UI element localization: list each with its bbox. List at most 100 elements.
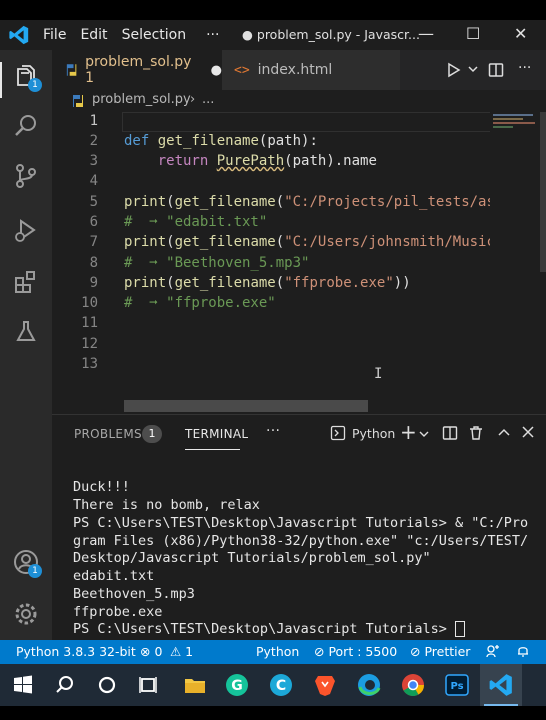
code-editor[interactable]: 1 2 3 4 5 6 7 8 9 10 11 12 13 def get_fi… (52, 112, 546, 414)
code-token: name (343, 153, 377, 169)
minimap-line (493, 114, 533, 116)
settings-gear-icon[interactable] (12, 600, 40, 628)
activity-bar: 1 1 (0, 50, 52, 640)
menu-file[interactable]: File (36, 27, 73, 43)
line-number: 8 (89, 255, 98, 271)
code-line: print(get_filename("C:/Projects/pil_test… (124, 194, 495, 210)
current-line-highlight (122, 112, 546, 132)
line-number: 11 (81, 315, 98, 331)
prettier-status[interactable]: ⊘ Prettier (410, 644, 470, 659)
extensions-icon[interactable] (12, 268, 40, 296)
vertical-scrollbar[interactable] (540, 112, 546, 272)
search-icon[interactable] (12, 112, 40, 140)
code-token: print (124, 194, 167, 210)
warnings-status[interactable]: ⚠ 1 (170, 644, 193, 659)
line-number: 5 (89, 194, 98, 210)
code-token: print (124, 234, 167, 250)
file-explorer-icon[interactable] (182, 672, 208, 698)
search-taskbar-icon[interactable] (52, 672, 78, 698)
code-token: get_filename (174, 275, 276, 291)
minimap-line (493, 126, 513, 128)
line-number: 12 (81, 336, 98, 352)
split-terminal-icon[interactable] (442, 425, 458, 441)
tab-label: problem_sol.py 1 (85, 54, 192, 86)
windows-start-icon[interactable] (10, 672, 36, 698)
kill-terminal-trash-icon[interactable] (468, 425, 484, 441)
menu-selection[interactable]: Selection (115, 27, 194, 43)
run-play-icon[interactable] (446, 62, 462, 78)
line-number: 10 (81, 295, 98, 311)
vscode-taskbar-icon[interactable] (488, 672, 514, 698)
code-token: "ffprobe.exe" (284, 275, 394, 291)
menu-more[interactable]: ··· (199, 27, 226, 43)
chrome-browser-icon[interactable] (400, 672, 426, 698)
unsaved-dot-icon[interactable]: ● (211, 63, 222, 78)
source-control-icon[interactable] (12, 162, 40, 190)
breadcrumb-file[interactable]: problem_sol.py (92, 92, 191, 107)
c-app-icon[interactable]: C (268, 672, 294, 698)
terminal-line: edabit.txt (73, 568, 155, 584)
breadcrumb: problem_sol.py › ... (52, 90, 546, 112)
run-dropdown-icon[interactable] (468, 64, 478, 74)
explorer-badge: 1 (28, 78, 42, 92)
tab-index-html[interactable]: <> index.html (222, 50, 400, 90)
terminal-icon (330, 425, 346, 441)
photoshop-icon[interactable]: Ps (444, 672, 470, 698)
close-button[interactable]: ✕ (514, 24, 527, 43)
breadcrumb-separator: › (190, 92, 196, 107)
code-token: ( (284, 153, 293, 169)
terminal-cursor (455, 621, 466, 637)
tab-terminal[interactable]: TERMINAL (185, 427, 248, 441)
svg-text:Ps: Ps (450, 681, 463, 692)
edge-browser-icon[interactable] (356, 672, 382, 698)
tab-label: index.html (257, 62, 333, 78)
split-editor-icon[interactable] (488, 62, 504, 78)
minimize-button[interactable]: — (418, 24, 434, 43)
tab-problem-sol[interactable]: problem_sol.py 1 ● (52, 50, 222, 90)
bottom-panel: PROBLEMS 1 TERMINAL ··· Python + Duck!!!… (52, 414, 546, 641)
code-token: )) (393, 275, 411, 291)
maximize-button[interactable]: ☐ (466, 24, 480, 43)
menu-edit[interactable]: Edit (73, 27, 114, 43)
code-token: path (292, 153, 327, 169)
terminal-shell-label[interactable]: Python (352, 426, 395, 441)
close-panel-icon[interactable] (522, 426, 534, 438)
code-line: print(get_filename("ffprobe.exe")) (124, 275, 411, 291)
panel-more-icon[interactable]: ··· (266, 423, 280, 439)
python-interpreter-status[interactable]: Python 3.8.3 32-bit (16, 644, 136, 659)
code-token: return (124, 153, 217, 169)
line-number: 3 (89, 153, 98, 169)
horizontal-scrollbar[interactable] (124, 400, 368, 412)
testing-flask-icon[interactable] (12, 318, 40, 346)
brave-browser-icon[interactable] (312, 672, 338, 698)
new-terminal-plus-icon[interactable]: + (400, 420, 417, 444)
more-actions-icon[interactable]: ··· (518, 60, 531, 76)
maximize-panel-icon[interactable] (498, 427, 510, 439)
terminal-dropdown-icon[interactable] (419, 429, 429, 439)
python-file-icon (66, 64, 77, 76)
notifications-bell-icon[interactable] (516, 644, 530, 658)
line-number: 6 (89, 214, 98, 230)
minimap[interactable] (490, 112, 546, 412)
tab-problems[interactable]: PROBLEMS (74, 427, 142, 441)
live-server-port-status[interactable]: ⊘ Port : 5500 (314, 644, 397, 659)
terminal-line: There is no bomb, relax (73, 497, 260, 513)
task-view-icon[interactable] (136, 672, 162, 698)
grammarly-icon[interactable]: G (224, 672, 250, 698)
terminal-line: Desktop/Javascript Tutorials/problem_sol… (73, 550, 431, 566)
code-token: ( (275, 194, 285, 210)
cortana-icon[interactable] (94, 672, 120, 698)
code-line: print(get_filename("C:/Users/johnsmith/M… (124, 234, 495, 250)
errors-status[interactable]: ⊗ 0 (140, 644, 162, 659)
language-mode-status[interactable]: Python (256, 644, 299, 659)
code-token: PurePath (216, 153, 285, 169)
feedback-icon[interactable] (486, 644, 500, 658)
terminal-prompt-line[interactable]: PS C:\Users\TEST\Desktop\Javascript Tuto… (73, 621, 466, 637)
terminal-prompt: PS C:\Users\TEST\Desktop\Javascript Tuto… (73, 621, 456, 637)
line-number: 1 (89, 113, 98, 129)
line-number: 9 (89, 275, 98, 291)
run-debug-icon[interactable] (12, 216, 40, 244)
bottom-letterbox (0, 706, 546, 720)
code-comment: # ➞ "Beethoven_5.mp3" (124, 255, 310, 271)
breadcrumb-more[interactable]: ... (202, 92, 214, 107)
